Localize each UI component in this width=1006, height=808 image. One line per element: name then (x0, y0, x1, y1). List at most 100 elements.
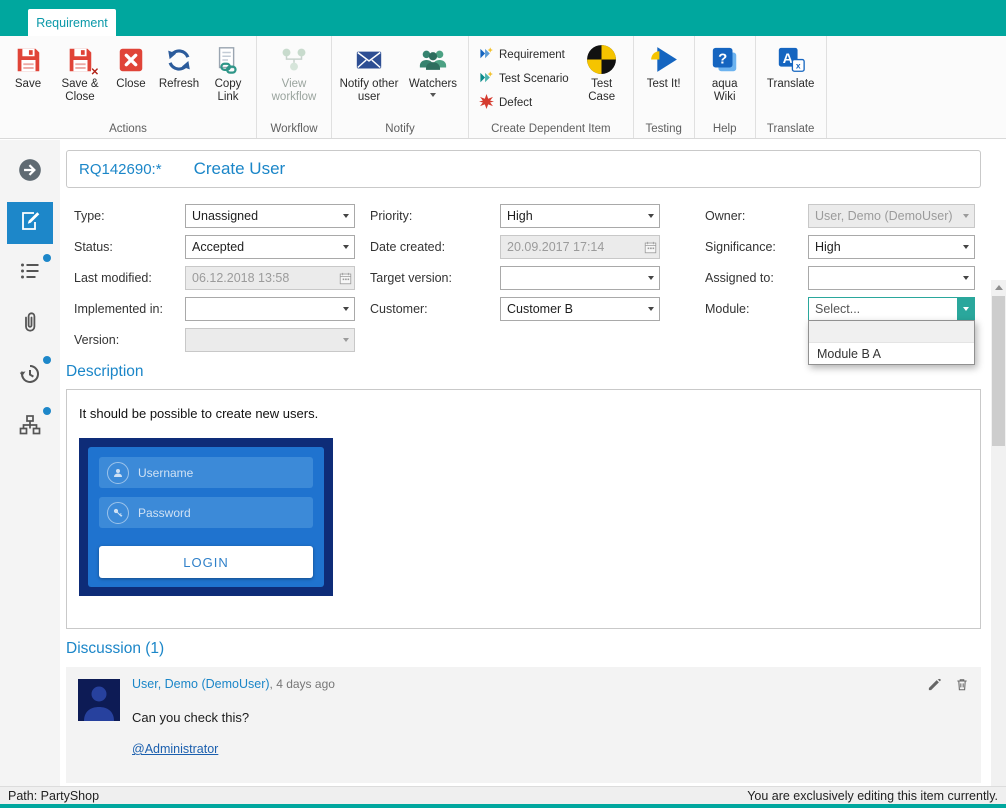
view-workflow-button[interactable]: View workflow (261, 40, 327, 122)
sidebar-details-tab[interactable] (7, 253, 53, 295)
notification-dot (43, 407, 51, 415)
translate-button[interactable]: Ax Translate (760, 40, 822, 122)
paperclip-icon (18, 311, 42, 340)
scrollbar-thumb[interactable] (992, 296, 1005, 446)
module-option[interactable]: Module B A (809, 343, 974, 364)
copy-link-label: Copy Link (206, 78, 250, 104)
priority-dropdown[interactable]: High (500, 204, 660, 228)
type-dropdown[interactable]: Unassigned (185, 204, 355, 228)
implemented-in-label: Implemented in: (74, 302, 185, 316)
edit-comment-button[interactable] (927, 677, 942, 697)
username-placeholder: Username (138, 466, 193, 480)
watchers-icon (418, 43, 448, 76)
password-field-image: Password (99, 497, 313, 528)
dropdown-arrow-icon (642, 298, 659, 320)
type-label: Type: (74, 209, 185, 223)
create-test-case-button[interactable]: Test Case (575, 40, 629, 122)
create-defect-label: Defect (499, 97, 532, 109)
sidebar-edit-item-tab[interactable] (7, 202, 53, 244)
item-title-box[interactable]: RQ142690:* Create User (66, 150, 981, 188)
date-created-field[interactable]: 20.09.2017 17:14 (500, 235, 660, 259)
refresh-label: Refresh (159, 78, 199, 91)
login-form-image: Username Password LOGIN (79, 438, 333, 596)
create-test-scenario-button[interactable]: Test Scenario (479, 70, 569, 88)
comment-mention-link[interactable]: @Administrator (132, 742, 218, 756)
discussion-heading: Discussion (1) (66, 640, 991, 658)
module-dropdown[interactable]: Select... (808, 297, 975, 321)
ribbon-group-workflow: View workflow Workflow (257, 36, 332, 138)
customer-dropdown[interactable]: Customer B (500, 297, 660, 321)
copy-link-button[interactable]: Copy Link (204, 40, 252, 122)
status-bar: Path: PartyShop You are exclusively edit… (0, 786, 1006, 804)
sidebar-expand-button[interactable] (7, 151, 53, 193)
item-content: RQ142690:* Create User Type: Unassigned … (60, 140, 991, 786)
arrow-right-circle-icon (17, 157, 43, 188)
significance-dropdown[interactable]: High (808, 235, 975, 259)
module-label: Module: (705, 302, 808, 316)
item-title: Create User (194, 159, 286, 179)
login-button-label: LOGIN (183, 555, 228, 570)
copy-link-icon (213, 43, 243, 76)
description-editor[interactable]: It should be possible to create new user… (66, 389, 981, 629)
sidebar-traceability-tab[interactable] (7, 406, 53, 448)
ribbon-group-help: ? aqua Wiki Help (695, 36, 756, 138)
left-sidebar (0, 140, 60, 786)
assigned-to-dropdown[interactable] (808, 266, 975, 290)
ribbon-group-translate-label: Translate (756, 122, 826, 138)
description-heading: Description (66, 363, 991, 381)
requirement-icon (479, 46, 494, 64)
refresh-button[interactable]: Refresh (154, 40, 204, 122)
create-requirement-button[interactable]: Requirement (479, 46, 569, 64)
delete-comment-button[interactable] (955, 677, 969, 697)
calendar-icon (337, 267, 354, 289)
create-defect-button[interactable]: Defect (479, 94, 569, 112)
test-it-label: Test It! (647, 78, 681, 91)
vertical-scrollbar[interactable] (991, 280, 1006, 808)
version-dropdown[interactable] (185, 328, 355, 352)
discussion-comment: User, Demo (DemoUser), 4 days ago Can yo… (66, 667, 981, 783)
owner-value: User, Demo (DemoUser) (809, 209, 957, 223)
view-workflow-label: View workflow (263, 78, 325, 104)
aqua-wiki-button[interactable]: ? aqua Wiki (699, 40, 751, 122)
ribbon-group-notify-label: Notify (332, 122, 468, 138)
save-button[interactable]: Save (4, 40, 52, 122)
module-value: Select... (809, 302, 957, 316)
save-and-close-button[interactable]: ✕ Save & Close (52, 40, 108, 122)
significance-value: High (809, 240, 957, 254)
bottom-accent-bar (0, 804, 1006, 808)
login-form-panel: Username Password LOGIN (88, 447, 324, 587)
triangle-up-icon (995, 285, 1003, 290)
status-label: Status: (74, 240, 185, 254)
username-field-image: Username (99, 457, 313, 488)
key-icon (107, 502, 129, 524)
target-version-label: Target version: (370, 271, 500, 285)
tab-requirement[interactable]: Requirement (28, 9, 116, 36)
notify-other-user-button[interactable]: Notify other user (336, 40, 402, 122)
test-it-button[interactable]: Test It! (638, 40, 690, 122)
password-placeholder: Password (138, 506, 191, 520)
sidebar-attachments-tab[interactable] (7, 304, 53, 346)
app-window: Requirement Save ✕ Save & Close (0, 0, 1006, 808)
last-modified-field[interactable]: 06.12.2018 13:58 (185, 266, 355, 290)
status-editing-notice: You are exclusively editing this item cu… (747, 789, 998, 803)
sidebar-history-tab[interactable] (7, 355, 53, 397)
dropdown-arrow-icon (337, 298, 354, 320)
edit-pencil-icon (18, 209, 42, 238)
owner-label: Owner: (705, 209, 808, 223)
comment-author-link[interactable]: User, Demo (DemoUser) (132, 677, 270, 691)
watchers-button[interactable]: Watchers (402, 40, 464, 122)
dropdown-arrow-icon (337, 236, 354, 258)
module-option-empty[interactable] (809, 321, 974, 343)
implemented-in-dropdown[interactable] (185, 297, 355, 321)
scroll-up-button[interactable] (991, 280, 1006, 295)
close-badge-icon: ✕ (91, 68, 99, 78)
owner-dropdown[interactable]: User, Demo (DemoUser) (808, 204, 975, 228)
ribbon: Save ✕ Save & Close Close (0, 36, 1006, 139)
calendar-icon (642, 236, 659, 258)
status-dropdown[interactable]: Accepted (185, 235, 355, 259)
date-created-value: 20.09.2017 17:14 (501, 240, 642, 254)
close-button[interactable]: Close (108, 40, 154, 122)
create-test-case-label: Test Case (577, 78, 627, 104)
target-version-dropdown[interactable] (500, 266, 660, 290)
create-test-scenario-label: Test Scenario (499, 73, 569, 85)
